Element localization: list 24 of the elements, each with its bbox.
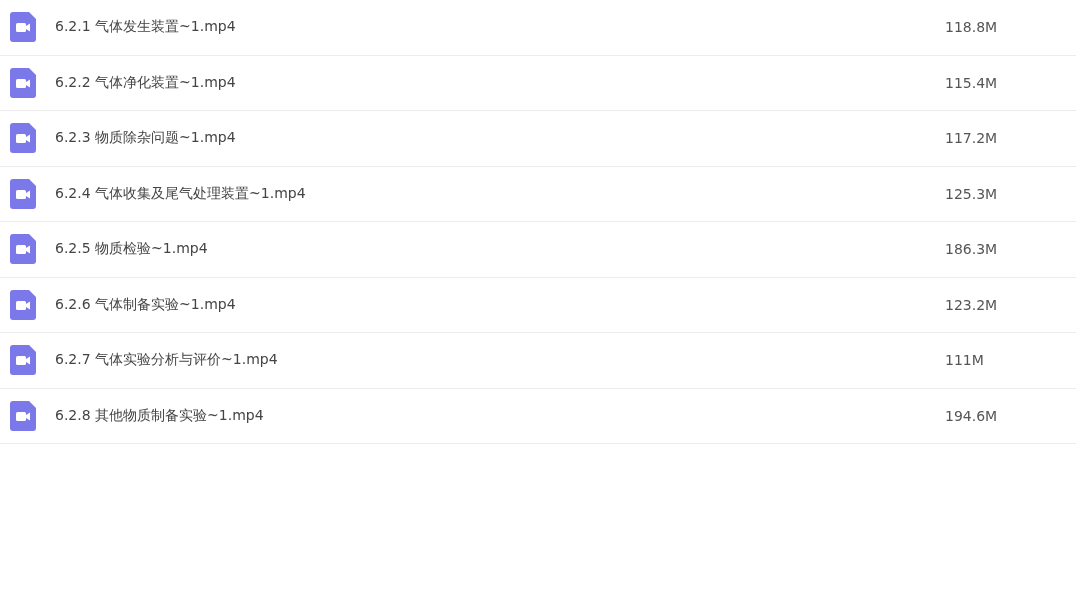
video-file-icon	[10, 178, 36, 209]
file-size: 123.2M	[945, 296, 998, 313]
file-size: 115.4M	[945, 74, 998, 91]
video-file-icon	[10, 400, 36, 431]
video-file-icon	[10, 234, 36, 265]
file-name: 6.2.5 物质检验~1.mp4	[55, 240, 209, 259]
file-name: 6.2.2 气体净化装置~1.mp4	[55, 73, 237, 92]
video-file-icon	[10, 67, 36, 98]
file-name: 6.2.7 气体实验分析与评价~1.mp4	[55, 351, 279, 370]
file-name: 6.2.4 气体收集及尾气处理装置~1.mp4	[55, 184, 307, 203]
file-name: 6.2.1 气体发生装置~1.mp4	[55, 18, 237, 37]
video-file-icon	[10, 289, 36, 320]
file-name: 6.2.8 其他物质制备实验~1.mp4	[55, 406, 265, 425]
file-size: 186.3M	[945, 241, 998, 258]
file-size: 117.2M	[945, 130, 998, 147]
file-name: 6.2.3 物质除杂问题~1.mp4	[55, 129, 237, 148]
file-name: 6.2.6 气体制备实验~1.mp4	[55, 295, 237, 314]
video-file-icon	[10, 123, 36, 154]
video-file-icon	[10, 12, 36, 43]
file-size: 118.8M	[945, 19, 998, 36]
file-size: 194.6M	[945, 407, 998, 424]
file-size: 111M	[945, 352, 984, 369]
video-file-icon	[10, 345, 36, 376]
file-size: 125.3M	[945, 185, 998, 202]
